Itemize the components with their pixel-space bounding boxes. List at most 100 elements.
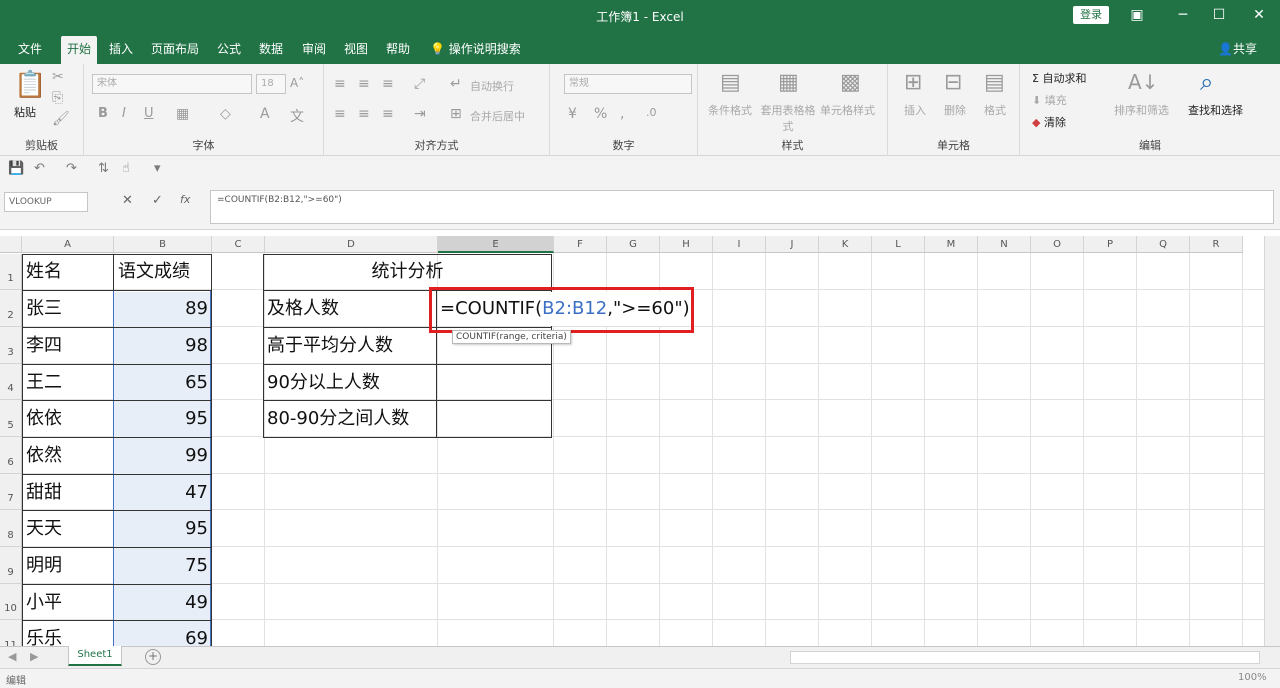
- align-center-icon[interactable]: ≡: [358, 106, 370, 122]
- row-header-7[interactable]: 7: [0, 474, 22, 510]
- row-header-9[interactable]: 9: [0, 547, 22, 584]
- wrap-text-icon[interactable]: ↵: [450, 76, 462, 92]
- clear-button[interactable]: ◆ 清除: [1032, 114, 1066, 130]
- undo-icon[interactable]: ↶: [34, 161, 45, 176]
- tab-page-layout[interactable]: 页面布局: [145, 36, 205, 64]
- minimize-icon[interactable]: ─: [1168, 4, 1198, 26]
- italic-button[interactable]: I: [122, 106, 126, 121]
- percent-icon[interactable]: %: [594, 106, 607, 122]
- align-right-icon[interactable]: ≡: [382, 106, 394, 122]
- customize-qat-icon[interactable]: ▾: [154, 161, 161, 176]
- sort-icon[interactable]: ⇅: [98, 161, 109, 176]
- row-header-10[interactable]: 10: [0, 584, 22, 620]
- enter-icon[interactable]: ✓: [152, 193, 163, 208]
- ribbon-display-icon[interactable]: ▣: [1122, 4, 1152, 26]
- col-header-d[interactable]: D: [265, 236, 438, 253]
- row-header-5[interactable]: 5: [0, 400, 22, 437]
- comma-icon[interactable]: ,: [620, 106, 624, 122]
- vertical-scrollbar[interactable]: [1264, 236, 1280, 646]
- cell-b2[interactable]: 89: [114, 291, 212, 328]
- row-header-11[interactable]: 11: [0, 620, 22, 646]
- col-header-p[interactable]: P: [1084, 236, 1137, 253]
- cell-styles-label[interactable]: 单元格样式: [820, 102, 875, 118]
- tell-me-search[interactable]: 💡 操作说明搜索: [430, 36, 521, 64]
- tab-review[interactable]: 审阅: [296, 36, 332, 64]
- delete-cells-label[interactable]: 删除: [944, 102, 966, 118]
- increase-decimal-icon[interactable]: .0: [646, 106, 657, 119]
- row-header-2[interactable]: 2: [0, 290, 22, 327]
- cell-a3[interactable]: 李四: [22, 328, 114, 365]
- format-table-icon[interactable]: ▦: [778, 70, 799, 95]
- orientation-icon[interactable]: ⤢: [414, 76, 425, 92]
- cell-a1[interactable]: 姓名: [22, 254, 114, 290]
- next-sheet-icon[interactable]: ▶: [30, 650, 38, 663]
- cancel-icon[interactable]: ✕: [122, 193, 133, 208]
- cell-a11[interactable]: 乐乐: [22, 621, 114, 646]
- login-button[interactable]: 登录: [1073, 6, 1109, 24]
- name-box[interactable]: VLOOKUP: [4, 192, 88, 212]
- cell-a8[interactable]: 天天: [22, 511, 114, 548]
- format-cells-icon[interactable]: ▤: [984, 70, 1005, 95]
- cell-a7[interactable]: 甜甜: [22, 475, 114, 511]
- worksheet-grid[interactable]: ABCDEFGHIJKLMNOPQR 1 2 3 4 5 6 7 8 9 10 11 姓名 语文成绩…: [0, 236, 1280, 646]
- row-header-6[interactable]: 6: [0, 437, 22, 474]
- col-header-e[interactable]: E: [438, 236, 554, 253]
- col-header-l[interactable]: L: [872, 236, 925, 253]
- cell-a2[interactable]: 张三: [22, 291, 114, 328]
- wrap-text-label[interactable]: 自动换行: [470, 78, 514, 94]
- fill-button[interactable]: ⬇ 填充: [1032, 92, 1067, 108]
- tab-help[interactable]: 帮助: [380, 36, 416, 64]
- cell-a10[interactable]: 小平: [22, 585, 114, 621]
- add-sheet-icon[interactable]: +: [145, 649, 161, 665]
- number-format-select[interactable]: 常规: [564, 74, 692, 94]
- col-header-j[interactable]: J: [766, 236, 819, 253]
- border-icon[interactable]: ▦: [176, 106, 189, 122]
- cell-a9[interactable]: 明明: [22, 548, 114, 585]
- cut-icon[interactable]: ✂: [52, 69, 64, 85]
- tab-home[interactable]: 开始: [61, 36, 98, 64]
- cell-b6[interactable]: 99: [114, 438, 212, 475]
- align-middle-icon[interactable]: ≡: [358, 76, 370, 92]
- align-bottom-icon[interactable]: ≡: [382, 76, 394, 92]
- format-cells-label[interactable]: 格式: [984, 102, 1006, 118]
- col-header-i[interactable]: I: [713, 236, 766, 253]
- grow-font-icon[interactable]: A˄: [290, 76, 304, 90]
- tab-insert[interactable]: 插入: [103, 36, 139, 64]
- row-header-8[interactable]: 8: [0, 510, 22, 547]
- autosum-button[interactable]: Σ 自动求和: [1032, 70, 1086, 86]
- currency-icon[interactable]: ¥: [568, 106, 577, 122]
- conditional-format-icon[interactable]: ▤: [720, 70, 741, 95]
- font-name-select[interactable]: 宋体: [92, 74, 252, 94]
- col-header-q[interactable]: Q: [1137, 236, 1190, 253]
- col-header-n[interactable]: N: [978, 236, 1031, 253]
- cell-d2[interactable]: 及格人数: [263, 291, 436, 327]
- cell-b4[interactable]: 65: [114, 365, 212, 401]
- row-header-4[interactable]: 4: [0, 364, 22, 400]
- cell-d3[interactable]: 高于平均分人数: [263, 328, 436, 364]
- cell-b8[interactable]: 95: [114, 511, 212, 548]
- align-top-icon[interactable]: ≡: [334, 76, 346, 92]
- prev-sheet-icon[interactable]: ◀: [8, 650, 16, 663]
- cell-b9[interactable]: 75: [114, 548, 212, 585]
- cell-b10[interactable]: 49: [114, 585, 212, 621]
- col-header-m[interactable]: M: [925, 236, 978, 253]
- col-header-k[interactable]: K: [819, 236, 872, 253]
- delete-cells-icon[interactable]: ⊟: [944, 70, 962, 95]
- merge-label[interactable]: 合并后居中: [470, 108, 525, 124]
- align-left-icon[interactable]: ≡: [334, 106, 346, 122]
- insert-cells-icon[interactable]: ⊞: [904, 70, 922, 95]
- sheet-tab-sheet1[interactable]: Sheet1: [68, 646, 122, 666]
- col-header-g[interactable]: G: [607, 236, 660, 253]
- format-table-label[interactable]: 套用表格格式: [760, 102, 816, 134]
- formula-input[interactable]: =COUNTIF(B2:B12,">=60"): [210, 190, 1274, 224]
- sort-filter-icon[interactable]: A↓: [1128, 70, 1158, 94]
- col-header-a[interactable]: A: [22, 236, 114, 253]
- cell-d1-merged[interactable]: 统计分析: [263, 254, 552, 290]
- bold-button[interactable]: B: [98, 106, 108, 121]
- col-header-h[interactable]: H: [660, 236, 713, 253]
- zoom-level[interactable]: 100%: [1238, 672, 1267, 683]
- cell-b1[interactable]: 语文成绩: [114, 254, 212, 290]
- cell-b11[interactable]: 69: [114, 621, 212, 646]
- tab-data[interactable]: 数据: [253, 36, 289, 64]
- col-header-b[interactable]: B: [114, 236, 212, 253]
